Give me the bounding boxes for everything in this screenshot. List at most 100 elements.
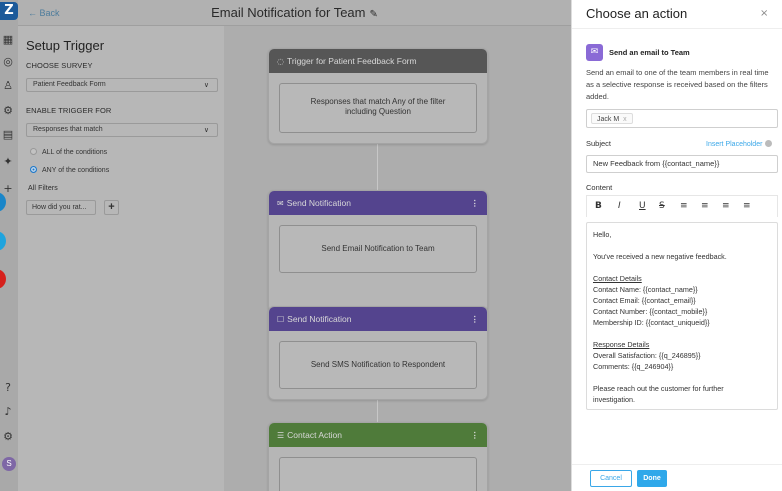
- contact-details-heading: Contact Details: [593, 274, 642, 283]
- divider: [572, 28, 782, 29]
- setup-trigger-heading: Setup Trigger: [26, 38, 105, 53]
- trigger-icon: ◌: [277, 57, 284, 66]
- kebab-menu-icon[interactable]: ⋮: [471, 191, 480, 215]
- action-title: Send an email to Team: [609, 48, 690, 57]
- align-right-icon[interactable]: ≡: [743, 201, 751, 211]
- help-icon[interactable]: ?: [1, 381, 15, 395]
- editor-line: Overall Satisfaction: {{q_246895}}: [593, 351, 701, 360]
- left-nav-rail: Z ▦ ◎ ♙ ⚙ ▤ ✦ + ? ♪ ⚙ S: [0, 0, 18, 491]
- top-bar: ← Back Email Notification for Team ✎: [18, 0, 571, 26]
- status-indicator-red: [0, 269, 6, 289]
- list-icon: ☰: [277, 431, 285, 440]
- radio-button[interactable]: [30, 148, 37, 155]
- logo-icon[interactable]: Z: [0, 2, 18, 20]
- divider: [572, 464, 782, 465]
- subject-input[interactable]: New Feedback from {{contact_name}}: [586, 155, 778, 173]
- recipient-name: Jack M: [597, 116, 620, 123]
- trigger-node-title: Trigger for Patient Feedback Form: [286, 56, 417, 66]
- page-title-text: Email Notification for Team: [211, 5, 366, 20]
- workflow-canvas: ◌ Trigger for Patient Feedback Form Respo…: [224, 26, 571, 491]
- recipient-field[interactable]: Jack M x: [586, 109, 778, 128]
- close-icon[interactable]: ×: [760, 8, 768, 19]
- editor-line: Please reach out the customer for furthe…: [593, 384, 724, 393]
- sms-icon: ☐: [277, 315, 285, 324]
- email-node-body: Send Email Notification to Team: [279, 225, 477, 273]
- editor-toolbar: B I U S ≡ ≡ ≡ ≡: [586, 195, 778, 217]
- kebab-menu-icon[interactable]: ⋮: [471, 423, 480, 447]
- enable-trigger-select[interactable]: Responses that match ∨: [26, 123, 218, 137]
- done-button[interactable]: Done: [637, 470, 667, 487]
- kebab-menu-icon[interactable]: ⋮: [471, 307, 480, 331]
- sms-node-body: Send SMS Notification to Respondent: [279, 341, 477, 389]
- avatar[interactable]: S: [2, 457, 16, 471]
- add-icon[interactable]: +: [1, 182, 15, 196]
- action-description: Send an email to one of the team members…: [586, 68, 769, 101]
- filter-chip[interactable]: How did you rat...: [26, 200, 96, 215]
- survey-select[interactable]: Patient Feedback Form ∨: [26, 78, 218, 92]
- align-center-icon[interactable]: ≡: [722, 201, 730, 211]
- cancel-button[interactable]: Cancel: [590, 470, 632, 487]
- connector-line: [377, 138, 378, 190]
- strikethrough-icon[interactable]: S: [659, 201, 665, 211]
- contact-node-header: ☰ Contact Action ⋮: [269, 423, 487, 447]
- editor-line: Membership ID: {{contact_uniqueid}}: [593, 318, 710, 327]
- mail-icon: ✉: [586, 44, 603, 61]
- choose-survey-label: CHOOSE SURVEY: [26, 61, 93, 70]
- choose-action-drawer: Choose an action × ✉ Send an email to Te…: [571, 0, 782, 491]
- subject-label: Subject: [586, 139, 612, 148]
- response-details-heading: Response Details: [593, 340, 650, 349]
- contact-node-title: Contact Action: [287, 430, 342, 440]
- list-icon[interactable]: ≡: [680, 201, 688, 211]
- trigger-node-header: ◌ Trigger for Patient Feedback Form: [269, 49, 487, 73]
- bell-icon[interactable]: ♪: [1, 405, 15, 419]
- trigger-node-body: Responses that match Any of the filter i…: [279, 83, 477, 133]
- person-icon[interactable]: ✦: [1, 155, 15, 169]
- document-icon[interactable]: ▤: [1, 128, 15, 142]
- enable-trigger-label: ENABLE TRIGGER FOR: [26, 106, 112, 115]
- email-notification-node[interactable]: ✉ Send Notification ⋮ Send Email Notificat…: [268, 190, 488, 312]
- sms-notification-node[interactable]: ☐ Send Notification ⋮ Send SMS Notificatio…: [268, 306, 488, 400]
- contact-action-node[interactable]: ☰ Contact Action ⋮: [268, 422, 488, 491]
- bold-icon[interactable]: B: [595, 201, 602, 211]
- chevron-down-icon: ∨: [203, 81, 209, 89]
- setup-trigger-panel: Setup Trigger CHOOSE SURVEY Patient Feed…: [18, 26, 224, 491]
- italic-icon[interactable]: I: [618, 201, 621, 211]
- content-label: Content: [586, 183, 613, 192]
- analytics-icon[interactable]: ◎: [1, 55, 15, 69]
- grid-icon[interactable]: ▦: [1, 33, 15, 47]
- radio-button-selected[interactable]: [30, 166, 37, 173]
- editor-line: Contact Name: {{contact_name}}: [593, 285, 698, 294]
- content-editor[interactable]: Hello, You've received a new negative fe…: [586, 222, 778, 410]
- radio-any-conditions[interactable]: ANY of the conditions: [30, 166, 109, 174]
- all-filters-label: All Filters: [28, 185, 58, 192]
- recipient-tag[interactable]: Jack M x: [591, 113, 633, 124]
- settings-icon[interactable]: ⚙: [1, 104, 15, 118]
- editor-line: Comments: {{q_246904}}: [593, 362, 674, 371]
- trigger-node[interactable]: ◌ Trigger for Patient Feedback Form Respo…: [268, 48, 488, 144]
- email-node-header: ✉ Send Notification ⋮: [269, 191, 487, 215]
- editor-greeting: Hello,: [593, 230, 612, 239]
- mail-icon: ✉: [277, 199, 284, 208]
- underline-icon[interactable]: U: [639, 201, 646, 211]
- align-left-icon[interactable]: ≡: [701, 201, 709, 211]
- chevron-down-icon: ∨: [203, 126, 209, 134]
- survey-select-value: Patient Feedback Form: [33, 81, 106, 88]
- sms-node-title: Send Notification: [287, 314, 352, 324]
- sms-node-header: ☐ Send Notification ⋮: [269, 307, 487, 331]
- editor-line: Contact Email: {{contact_email}}: [593, 296, 696, 305]
- pencil-icon[interactable]: ✎: [369, 9, 377, 20]
- drawer-title: Choose an action: [586, 6, 688, 21]
- help-icon[interactable]: [765, 140, 773, 147]
- radio-all-label: ALL of the conditions: [42, 149, 108, 156]
- user-icon[interactable]: ♙: [1, 79, 15, 93]
- page-title: Email Notification for Team ✎: [18, 5, 571, 20]
- insert-placeholder-label: Insert Placeholder: [706, 141, 763, 148]
- remove-tag-icon[interactable]: x: [623, 116, 627, 123]
- radio-all-conditions[interactable]: ALL of the conditions: [30, 148, 107, 156]
- editor-line: Contact Number: {{contact_mobile}}: [593, 307, 708, 316]
- gear-icon[interactable]: ⚙: [1, 430, 15, 444]
- connector-line: [377, 400, 378, 422]
- add-filter-button[interactable]: +: [104, 200, 119, 215]
- radio-any-label: ANY of the conditions: [42, 167, 110, 174]
- insert-placeholder-link[interactable]: Insert Placeholder: [706, 140, 773, 148]
